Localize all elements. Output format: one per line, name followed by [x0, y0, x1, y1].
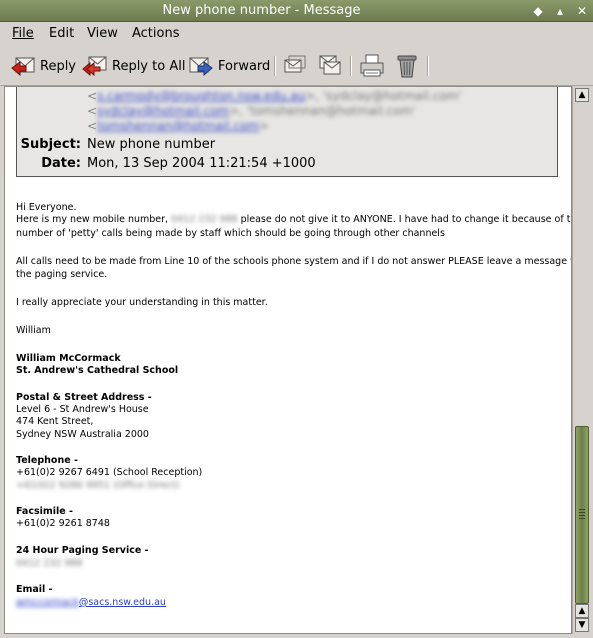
forward-button[interactable]: Forward [188, 52, 270, 80]
delete-button[interactable] [395, 52, 419, 80]
grip-line [579, 509, 585, 510]
close-icon[interactable]: ✕ [573, 2, 591, 20]
telephone-label: Telephone - [16, 455, 78, 466]
body-text-segment: please do not give it to ANYONE. I have … [240, 214, 572, 225]
telephone-value-redacted: +61(0)2 9286 9951 (Office Direct) [16, 480, 180, 491]
cc-address-rest: > [259, 119, 270, 133]
address-line: Sydney NSW Australia 2000 [16, 429, 149, 440]
reply-label: Reply [40, 58, 77, 74]
scroll-up-icon[interactable]: ▲ [575, 604, 589, 618]
menu-file[interactable]: File [12, 26, 34, 41]
subject-value: New phone number [87, 137, 216, 152]
cc-line: <s.carmody@broughton.nsw.edu.au>, 'sydcl… [87, 89, 462, 103]
grip-line [579, 518, 585, 519]
next-message-button[interactable] [318, 52, 342, 80]
facsimile-label: Facsimile - [16, 506, 73, 517]
date-value: Mon, 13 Sep 2004 11:21:54 +1000 [87, 156, 316, 171]
previous-message-button[interactable] [283, 52, 307, 80]
signature-school: St. Andrew's Cathedral School [16, 365, 179, 376]
greeting: Hi Everyone. [16, 202, 77, 213]
grip-line [579, 515, 585, 516]
forward-icon [189, 57, 213, 77]
menu-view-label: View [87, 26, 118, 41]
menu-file-label: File [12, 26, 34, 41]
telephone-value: +61(0)2 9267 6491 (School Reception) [16, 467, 203, 478]
cc-address-link[interactable]: sydclay@hotmail.com [97, 104, 229, 118]
menu-actions[interactable]: Actions [132, 26, 180, 41]
address-line: Level 6 - St Andrew's House [16, 404, 149, 415]
toolbar-separator [350, 56, 352, 76]
signoff: William [16, 325, 51, 336]
email-link[interactable]: wmccormack@sacs.nsw.edu.au [16, 597, 166, 609]
scrollbar-thumb[interactable] [575, 426, 589, 604]
cc-address-rest: >, 'tomshennan@hotmail.com' [229, 104, 416, 118]
toolbar-separator [427, 56, 429, 76]
facsimile-value: +61(0)2 9261 8748 [16, 518, 110, 529]
toolbar: Reply Reply to All Forward [0, 46, 593, 86]
paging-value-redacted: 0412 232 988 [16, 558, 83, 569]
previous-message-icon [284, 55, 306, 73]
address-label: Postal & Street Address - [16, 392, 152, 403]
window-title: New phone number - Message [162, 3, 361, 18]
cc-line: <sydclay@hotmail.com>, 'tomshennan@hotma… [87, 104, 416, 118]
cc-address-rest: >, 'sydclay@hotmail.com' [305, 89, 462, 103]
email-label: Email - [16, 584, 53, 595]
toolbar-separator [274, 56, 276, 76]
vertical-scrollbar[interactable]: ▲ ▲ ▼ [572, 86, 590, 634]
menu-icon[interactable]: ◆ [529, 2, 547, 20]
menu-edit[interactable]: Edit [49, 26, 74, 41]
next-message-icon [319, 55, 341, 75]
reply-button[interactable]: Reply [10, 52, 76, 80]
reply-all-label: Reply to All [112, 58, 186, 74]
body-line: number of 'petty' calls being made by st… [16, 228, 445, 239]
signature-name: William McCormack [16, 353, 121, 364]
reply-icon [11, 57, 35, 77]
cc-address-link[interactable]: tomshennan@hotmail.com [97, 119, 259, 133]
cc-address-link[interactable]: s.carmody@broughton.nsw.edu.au [97, 89, 305, 103]
minimize-icon[interactable]: ▴ [551, 2, 569, 20]
body-text-segment: Here is my new mobile number, [16, 214, 169, 225]
reply-all-icon [82, 56, 107, 77]
redacted-phone-number: 0412 232 988 [171, 214, 238, 225]
body-line: All calls need to be made from Line 10 o… [16, 256, 572, 267]
grip-line [579, 512, 585, 513]
email-user-redacted: wmccormack [16, 597, 79, 608]
date-label: Date: [41, 156, 81, 171]
menu-actions-label: Actions [132, 26, 180, 41]
printer-icon [360, 54, 384, 77]
body-line: Here is my new mobile number, 0412 232 9… [16, 214, 572, 226]
reply-all-button[interactable]: Reply to All [82, 52, 185, 80]
cc-line: <tomshennan@hotmail.com> [87, 119, 270, 133]
scroll-up-icon[interactable]: ▲ [575, 88, 589, 102]
email-domain: @sacs.nsw.edu.au [78, 597, 166, 608]
menu-edit-label: Edit [49, 26, 75, 41]
subject-label: Subject: [20, 137, 81, 152]
scroll-down-icon[interactable]: ▼ [575, 618, 589, 632]
body-line: I really appreciate your understanding i… [16, 297, 268, 308]
trash-icon [397, 55, 417, 78]
address-line: 474 Kent Street, [16, 416, 94, 427]
message-view[interactable]: <s.carmody@broughton.nsw.edu.au>, 'sydcl… [4, 86, 572, 634]
message-header: <s.carmody@broughton.nsw.edu.au>, 'sydcl… [16, 87, 558, 177]
body-line: the paging service. [16, 269, 108, 280]
window-titlebar[interactable]: New phone number - Message ◆ ▴ ✕ [0, 0, 593, 22]
forward-label: Forward [218, 58, 271, 74]
paging-label: 24 Hour Paging Service - [16, 545, 149, 556]
menu-view[interactable]: View [87, 26, 118, 41]
print-button[interactable] [359, 52, 385, 80]
menu-bar: File Edit View Actions [0, 22, 593, 46]
